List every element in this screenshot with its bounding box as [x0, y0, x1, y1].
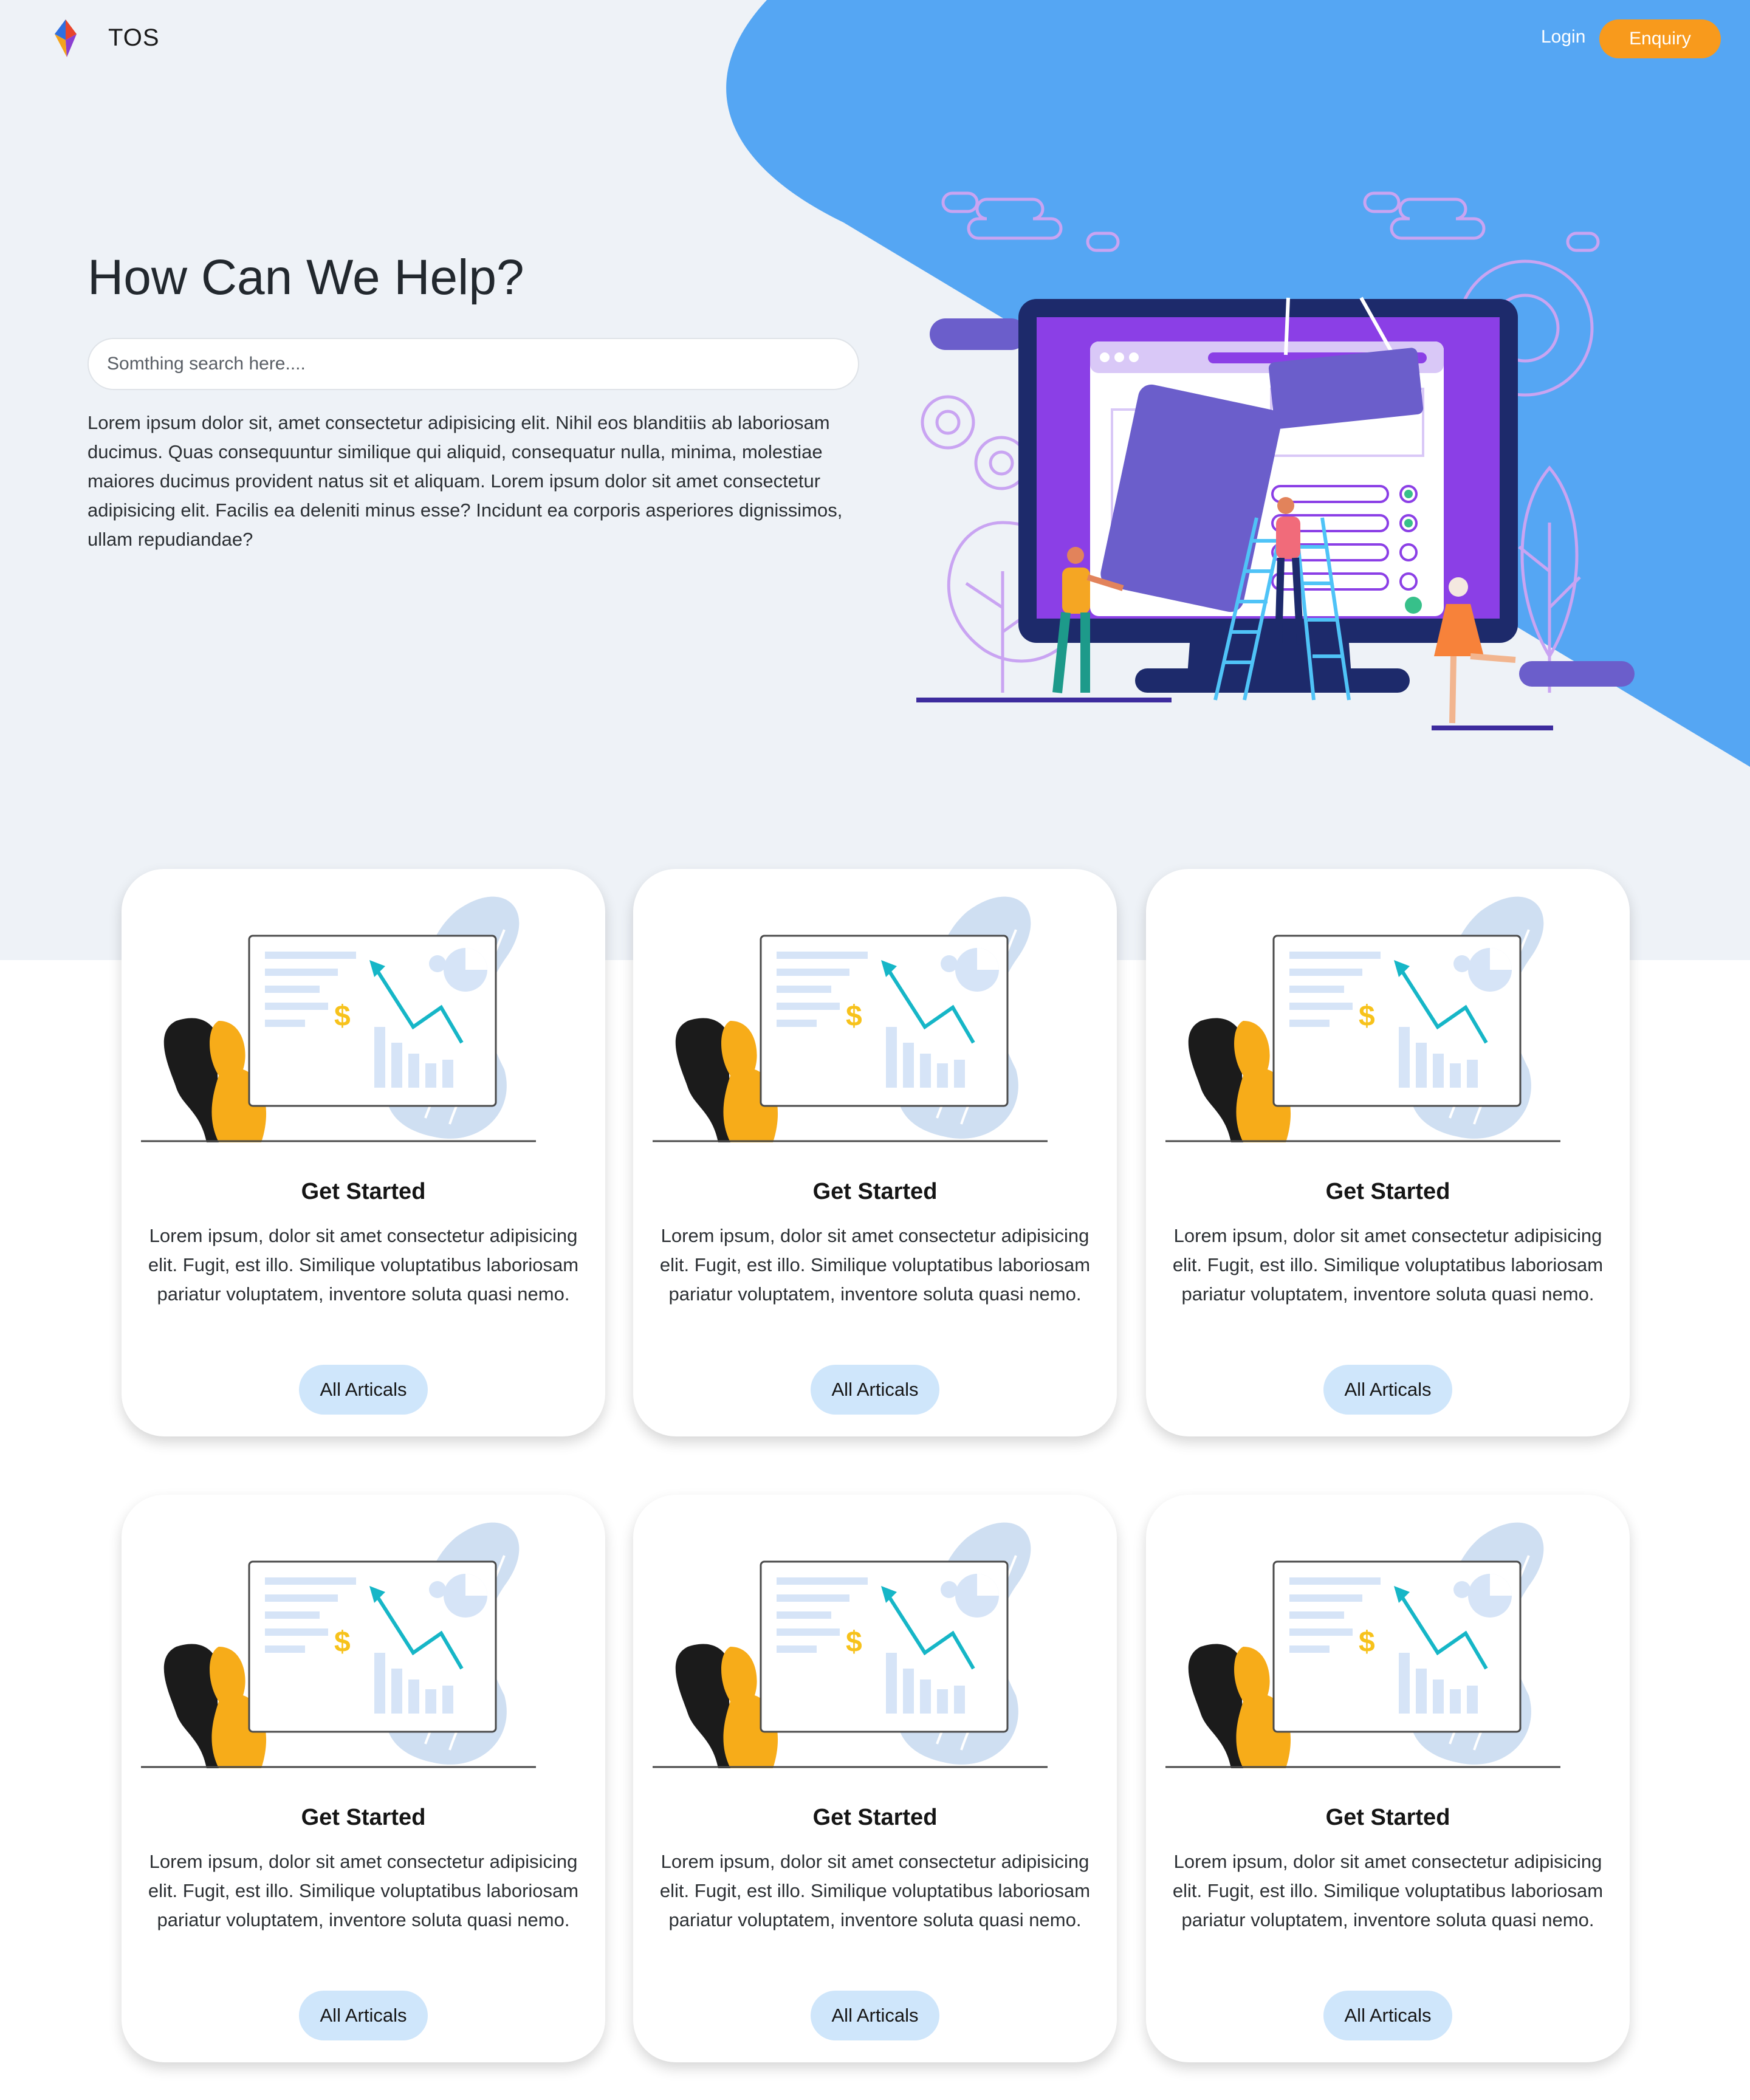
- chart-illustration-icon: $: [653, 896, 1048, 1142]
- login-link[interactable]: Login: [1541, 27, 1585, 47]
- svg-text:$: $: [846, 1626, 862, 1658]
- card-4: $ Get Started Lorem ipsum, dolor sit ame…: [122, 1495, 605, 2062]
- svg-text:$: $: [846, 1000, 862, 1032]
- chart-illustration-icon: $: [1165, 896, 1560, 1142]
- hero-description: Lorem ipsum dolor sit, amet consectetur …: [88, 412, 843, 550]
- navbar: TOS Login Enquiry: [0, 0, 1750, 79]
- card-text: Lorem ipsum, dolor sit amet consectetur …: [148, 1851, 579, 1930]
- card-title: Get Started: [812, 1179, 938, 1204]
- brand-logo-icon[interactable]: [53, 19, 78, 57]
- card-title: Get Started: [301, 1805, 426, 1830]
- all-articles-button[interactable]: All Articals: [1323, 1991, 1452, 2040]
- card-title: Get Started: [1325, 1179, 1450, 1204]
- card-title: Get Started: [301, 1179, 426, 1204]
- card-text: Lorem ipsum, dolor sit amet consectetur …: [659, 1225, 1091, 1305]
- svg-text:$: $: [334, 1626, 351, 1658]
- all-articles-button[interactable]: All Articals: [811, 1365, 939, 1415]
- search-input[interactable]: [88, 338, 859, 390]
- all-articles-button[interactable]: All Articals: [1323, 1365, 1452, 1415]
- svg-text:$: $: [1359, 1000, 1375, 1032]
- card-3: $ Get Started Lorem ipsum, dolor sit ame…: [1146, 869, 1630, 1436]
- hero-title: How Can We Help?: [88, 250, 524, 305]
- chart-illustration-icon: $: [141, 896, 536, 1142]
- card-title: Get Started: [812, 1805, 938, 1830]
- card-5: $ Get Started Lorem ipsum, dolor sit ame…: [633, 1495, 1117, 2062]
- chart-illustration-icon: $: [141, 1522, 536, 1768]
- card-6: $ Get Started Lorem ipsum, dolor sit ame…: [1146, 1495, 1630, 2062]
- all-articles-button[interactable]: All Articals: [299, 1991, 428, 2040]
- hero-illustration: [916, 191, 1635, 730]
- enquiry-button[interactable]: Enquiry: [1599, 19, 1721, 58]
- card-title: Get Started: [1325, 1805, 1450, 1830]
- all-articles-button[interactable]: All Articals: [811, 1991, 939, 2040]
- card-text: Lorem ipsum, dolor sit amet consectetur …: [659, 1851, 1091, 1930]
- card-2: $ Get Started Lorem ipsum, dolor sit ame…: [633, 869, 1117, 1436]
- svg-text:$: $: [1359, 1626, 1375, 1658]
- brand-name[interactable]: TOS: [108, 24, 160, 52]
- all-articles-button[interactable]: All Articals: [299, 1365, 428, 1415]
- svg-text:$: $: [334, 1000, 351, 1032]
- card-text: Lorem ipsum, dolor sit amet consectetur …: [148, 1225, 579, 1305]
- chart-illustration-icon: $: [1165, 1522, 1560, 1768]
- card-text: Lorem ipsum, dolor sit amet consectetur …: [1172, 1225, 1604, 1305]
- card-1: $ Get Started Lorem ipsum, dolor sit ame…: [122, 869, 605, 1436]
- card-text: Lorem ipsum, dolor sit amet consectetur …: [1172, 1851, 1604, 1930]
- chart-illustration-icon: $: [653, 1522, 1048, 1768]
